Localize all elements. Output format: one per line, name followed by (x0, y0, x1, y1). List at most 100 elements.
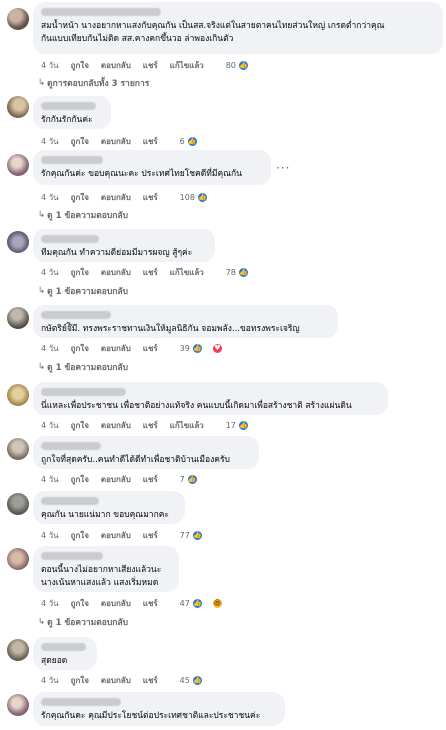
reaction-summary[interactable]: 7 👍 (180, 473, 210, 485)
avatar[interactable] (7, 8, 29, 30)
comment-text-line: ทีมคุณกัน ทำความดีย่อมมีมารผจญ สู้ๆค่ะ (41, 248, 193, 258)
comment-actions: 4 วัน ถูกใจ ตอบกลับ แชร์ 39 👍 ♥ (41, 341, 247, 355)
reaction-summary[interactable]: 17 👍 (226, 419, 261, 431)
commenter-name-redacted[interactable] (41, 698, 121, 706)
like-button[interactable]: ถูกใจ (71, 266, 89, 279)
timestamp[interactable]: 4 วัน (41, 674, 59, 687)
reaction-count: 78 (225, 267, 236, 277)
reaction-summary[interactable]: 47 👍 😆 (180, 597, 235, 609)
comment-bubble: รักคุณกันคะ คุณมีประโยชน์ต่อประเทศชาติแล… (33, 692, 285, 726)
edited-label[interactable]: แก้ไขแล้ว (170, 59, 204, 72)
reaction-summary[interactable]: 77 👍 (180, 529, 215, 541)
like-button[interactable]: ถูกใจ (71, 674, 89, 687)
share-button[interactable]: แชร์ (143, 135, 158, 148)
comment-actions: 4 วัน ถูกใจ ตอบกลับ แชร์ 77 👍 (41, 528, 227, 542)
reply-button[interactable]: ตอบกลับ (101, 419, 131, 432)
like-button[interactable]: ถูกใจ (71, 419, 89, 432)
avatar[interactable] (7, 694, 29, 716)
commenter-name-redacted[interactable] (41, 235, 99, 243)
reply-arrow-icon: ↳ (38, 210, 46, 220)
view-replies-link[interactable]: ↳ ดู 1 ข้อความตอบกลับ (38, 360, 128, 374)
reaction-count: 80 (225, 60, 236, 70)
comment-text-line: กษัตริย์จ๊ิมี. ทรงพระราชทานเงินให้มูลนิธ… (41, 324, 300, 334)
timestamp[interactable]: 4 วัน (41, 135, 59, 148)
avatar[interactable] (7, 154, 29, 176)
share-button[interactable]: แชร์ (143, 529, 158, 542)
reaction-summary[interactable]: 80 👍 (225, 59, 261, 71)
reaction-summary[interactable]: 108 👍 (180, 191, 220, 203)
comment-actions: 4 วัน ถูกใจ ตอบกลับ แชร์ แก้ไขแล้ว 17 👍 (41, 418, 273, 432)
reaction-count: 39 (179, 343, 190, 353)
share-button[interactable]: แชร์ (143, 597, 158, 610)
reply-button[interactable]: ตอบกลับ (101, 597, 131, 610)
commenter-name-redacted[interactable] (41, 442, 101, 450)
timestamp[interactable]: 4 วัน (41, 529, 59, 542)
share-button[interactable]: แชร์ (143, 266, 158, 279)
view-replies-label: ดู 1 ข้อความตอบกลับ (47, 618, 128, 628)
share-button[interactable]: แชร์ (143, 473, 158, 486)
commenter-name-redacted[interactable] (41, 388, 126, 396)
reaction-summary[interactable]: 45 👍 (179, 674, 215, 686)
avatar[interactable] (7, 639, 29, 661)
like-button[interactable]: ถูกใจ (71, 191, 89, 204)
view-replies-link[interactable]: ↳ ดู 1 ข้อความตอบกลับ (38, 208, 128, 222)
view-replies-link[interactable]: ↳ ดู 1 ข้อความตอบกลับ (38, 615, 128, 629)
share-button[interactable]: แชร์ (143, 59, 158, 72)
commenter-name-redacted[interactable] (41, 156, 103, 164)
reply-button[interactable]: ตอบกลับ (101, 191, 131, 204)
more-options-icon[interactable]: ··· (276, 161, 290, 175)
reply-button[interactable]: ตอบกลับ (101, 529, 131, 542)
commenter-name-redacted[interactable] (41, 311, 111, 319)
reply-button[interactable]: ตอบกลับ (101, 674, 131, 687)
share-button[interactable]: แชร์ (143, 674, 158, 687)
like-button[interactable]: ถูกใจ (71, 59, 89, 72)
comment-actions: 4 วัน ถูกใจ ตอบกลับ แชร์ 47 👍 😆 (41, 596, 247, 610)
commenter-name-redacted[interactable] (41, 552, 103, 560)
share-button[interactable]: แชร์ (143, 419, 158, 432)
avatar[interactable] (7, 384, 29, 406)
timestamp[interactable]: 4 วัน (41, 266, 59, 279)
reply-button[interactable]: ตอบกลับ (101, 135, 131, 148)
reply-button[interactable]: ตอบกลับ (101, 59, 131, 72)
avatar[interactable] (7, 493, 29, 515)
like-button[interactable]: ถูกใจ (71, 597, 89, 610)
avatar[interactable] (7, 96, 29, 118)
reaction-summary[interactable]: 78 👍 (225, 266, 261, 278)
like-reaction-icon: 👍 (186, 473, 198, 485)
reaction-summary[interactable]: 6 👍 (180, 135, 210, 147)
reaction-count: 45 (179, 675, 190, 685)
timestamp[interactable]: 4 วัน (41, 597, 59, 610)
commenter-name-redacted[interactable] (41, 102, 96, 110)
share-button[interactable]: แชร์ (143, 342, 158, 355)
edited-label[interactable]: แก้ไขแล้ว (170, 266, 204, 279)
like-button[interactable]: ถูกใจ (71, 342, 89, 355)
comment-actions: 4 วัน ถูกใจ ตอบกลับ แชร์ 6 👍 (41, 134, 222, 148)
reaction-summary[interactable]: 39 👍 ♥ (179, 342, 235, 354)
comment-actions: 4 วัน ถูกใจ ตอบกลับ แชร์ แก้ไขแล้ว 80 👍 (41, 58, 273, 72)
avatar[interactable] (7, 438, 29, 460)
timestamp[interactable]: 4 วัน (41, 419, 59, 432)
view-replies-link[interactable]: ↳ ดูการตอบกลับทั้ง 3 รายการ (38, 76, 149, 90)
reply-button[interactable]: ตอบกลับ (101, 473, 131, 486)
reply-button[interactable]: ตอบกลับ (101, 342, 131, 355)
share-button[interactable]: แชร์ (143, 191, 158, 204)
view-replies-link[interactable]: ↳ ดู 1 ข้อความตอบกลับ (38, 284, 128, 298)
reply-button[interactable]: ตอบกลับ (101, 266, 131, 279)
commenter-name-redacted[interactable] (41, 643, 86, 651)
view-replies-label: ดูการตอบกลับทั้ง 3 รายการ (47, 79, 150, 89)
timestamp[interactable]: 4 วัน (41, 59, 59, 72)
like-button[interactable]: ถูกใจ (71, 529, 89, 542)
like-button[interactable]: ถูกใจ (71, 135, 89, 148)
avatar[interactable] (7, 307, 29, 329)
view-replies-label: ดู 1 ข้อความตอบกลับ (47, 287, 128, 297)
comment-text-line: ถูกใจที่สุดครับ..คนทำดีได้ดีทำเพื่อชาติบ… (41, 455, 230, 465)
timestamp[interactable]: 4 วัน (41, 473, 59, 486)
timestamp[interactable]: 4 วัน (41, 191, 59, 204)
edited-label[interactable]: แก้ไขแล้ว (170, 419, 204, 432)
avatar[interactable] (7, 548, 29, 570)
commenter-name-redacted[interactable] (41, 8, 161, 16)
avatar[interactable] (7, 231, 29, 253)
like-button[interactable]: ถูกใจ (71, 473, 89, 486)
timestamp[interactable]: 4 วัน (41, 342, 59, 355)
commenter-name-redacted[interactable] (41, 497, 99, 505)
